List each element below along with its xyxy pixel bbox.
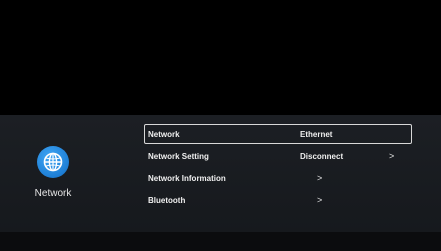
bottom-strip [0,232,441,251]
menu-item-label: Network Information [148,174,226,183]
chevron-right-icon: > [389,151,395,161]
menu-item-bluetooth[interactable]: Bluetooth > [144,190,412,210]
chevron-right-icon: > [317,173,323,183]
menu-item-label: Network [148,130,180,139]
chevron-right-icon: > [317,195,323,205]
menu-item-value: Ethernet [300,130,333,139]
menu-item-network-information[interactable]: Network Information > [144,168,412,188]
empty-top-area [0,0,441,115]
globe-icon[interactable] [37,146,69,178]
category-label: Network [34,188,72,199]
menu-item-network[interactable]: Network Ethernet [144,124,412,144]
menu-item-value: Disconnect [300,152,344,161]
tv-settings-screen: Network Network Ethernet Network Setting… [0,0,441,251]
network-menu: Network Ethernet Network Setting Disconn… [144,124,412,212]
menu-item-label: Network Setting [148,152,209,161]
menu-item-label: Bluetooth [148,196,186,205]
globe-icon-graphic [43,152,63,172]
menu-item-network-setting[interactable]: Network Setting Disconnect > [144,146,412,166]
